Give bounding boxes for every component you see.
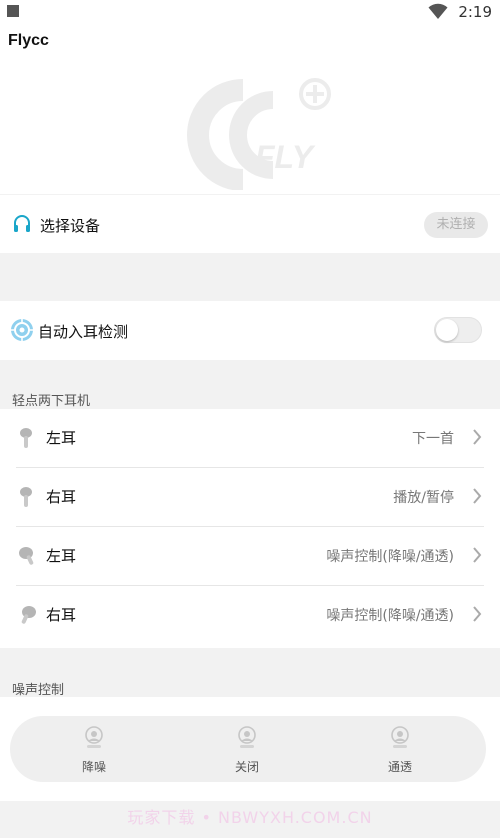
left-earbud-icon [20, 428, 32, 448]
auto-ear-detect-toggle[interactable] [434, 317, 482, 343]
tap-row-right-2[interactable]: 右耳 噪声控制(降噪/通透) [0, 586, 500, 645]
noise-option-anc[interactable]: 降噪 [54, 726, 134, 775]
select-device-row[interactable]: 选择设备 未连接 [0, 195, 500, 253]
chevron-right-icon [473, 429, 482, 445]
noise-option-label: 降噪 [81, 760, 106, 774]
tap-settings-card: 左耳 下一首 右耳 播放/暂停 左耳 噪声控制(降噪/通透) 右耳 噪声控制(降… [0, 409, 500, 648]
noise-option-label: 关闭 [234, 760, 259, 774]
select-device-label: 选择设备 [40, 217, 101, 235]
wifi-icon [428, 3, 448, 19]
app-title: Flycc [8, 32, 49, 49]
target-icon [11, 319, 33, 341]
tap-row-label: 左耳 [46, 547, 77, 565]
noise-option-label: 通透 [387, 760, 412, 774]
person-icon [391, 726, 409, 748]
tap-row-left-1[interactable]: 左耳 下一首 [0, 409, 500, 468]
tap-section-title: 轻点两下耳机 [12, 394, 91, 409]
tap-row-value: 噪声控制(降噪/通透) [326, 608, 454, 624]
chevron-right-icon [473, 488, 482, 504]
person-icon [238, 726, 256, 748]
right-earbud-icon [20, 487, 32, 507]
noise-option-off[interactable]: 关闭 [207, 726, 287, 775]
tap-row-label: 右耳 [46, 488, 77, 506]
tap-row-label: 左耳 [46, 429, 77, 447]
tap-row-value: 播放/暂停 [393, 490, 454, 506]
tap-row-value: 下一首 [412, 431, 454, 447]
right-earbud-angled-icon [21, 606, 36, 624]
chevron-right-icon [473, 606, 482, 622]
tap-row-value: 噪声控制(降噪/通透) [326, 549, 454, 565]
noise-control-panel: 降噪 关闭 通透 [10, 716, 486, 782]
status-bar: 2:19 [0, 0, 500, 26]
chevron-right-icon [473, 547, 482, 563]
flycc-logo: FLY [187, 78, 331, 190]
auto-ear-detect-row: 自动入耳检测 [0, 301, 500, 360]
notification-icon [7, 5, 19, 17]
app-header: Flycc FLY [0, 26, 500, 194]
tap-row-left-2[interactable]: 左耳 噪声控制(降噪/通透) [0, 527, 500, 586]
connection-status-badge: 未连接 [424, 212, 488, 238]
noise-section-title: 噪声控制 [12, 683, 65, 698]
auto-ear-detect-label: 自动入耳检测 [38, 323, 129, 341]
svg-text:FLY: FLY [255, 139, 316, 175]
headphones-icon [14, 215, 30, 232]
noise-option-transparency[interactable]: 通透 [360, 726, 440, 775]
person-icon [85, 726, 103, 748]
toggle-knob [436, 319, 458, 341]
watermark: 玩家下载 • NBWYXH.COM.CN [127, 808, 373, 827]
clock: 2:19 [458, 3, 492, 21]
tap-row-right-1[interactable]: 右耳 播放/暂停 [0, 468, 500, 527]
tap-row-label: 右耳 [46, 606, 77, 624]
left-earbud-angled-icon [19, 547, 34, 565]
